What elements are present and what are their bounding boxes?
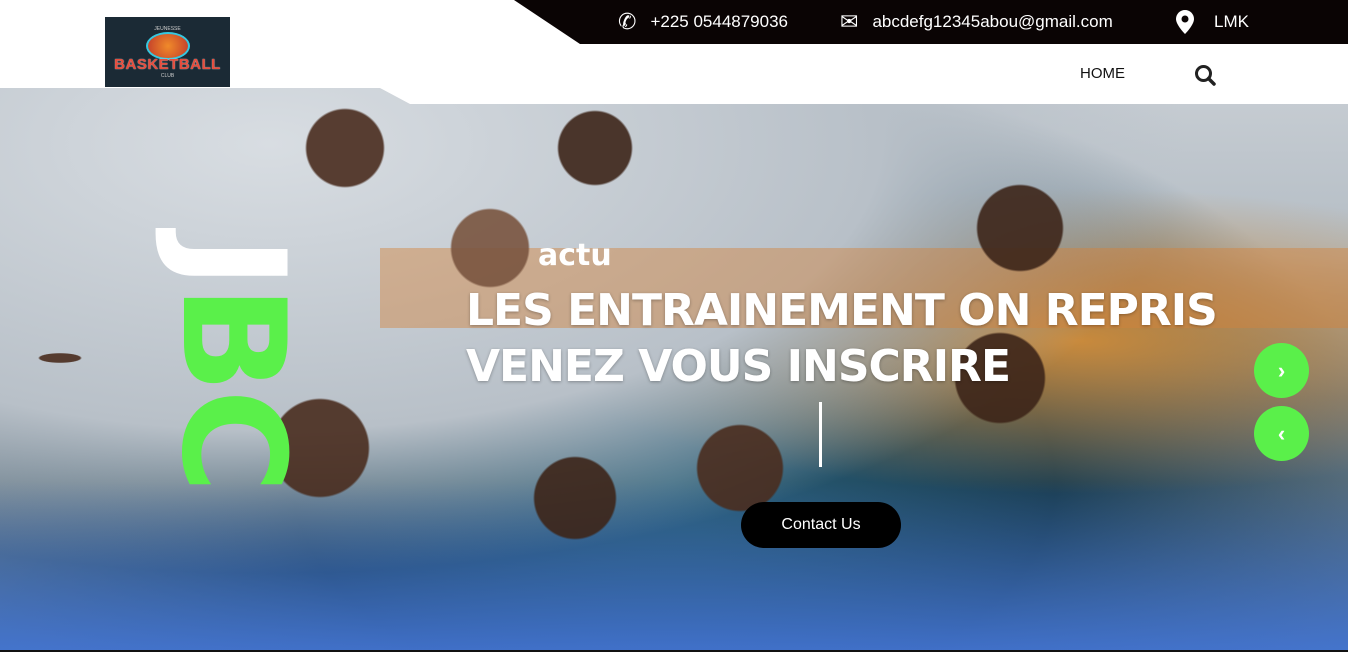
hero-headline: LES ENTRAINEMENT ON REPRIS VENEZ VOUS INS…	[466, 285, 1218, 392]
site-logo[interactable]: JEUNESSE BASKETBALL CLUB	[105, 17, 230, 87]
contact-us-button[interactable]: Contact Us	[741, 502, 901, 548]
search-icon[interactable]	[1194, 64, 1216, 86]
envelope-icon: ✉	[840, 9, 859, 34]
jbc-vertical-text: JBC	[150, 236, 315, 490]
hero-kicker: actu	[538, 238, 612, 273]
prev-slide-button[interactable]: ‹	[1254, 406, 1309, 461]
map-pin-icon	[1176, 10, 1194, 34]
chevron-right-icon: ›	[1277, 357, 1286, 383]
chevron-left-icon: ‹	[1277, 420, 1286, 446]
nav-home-link[interactable]: HOME	[1080, 65, 1125, 82]
email-contact[interactable]: ✉ abcdefg12345abou@gmail.com	[840, 0, 1113, 44]
phone-contact[interactable]: ✆ +225 0544879036	[618, 0, 788, 44]
location-contact: LMK	[1176, 0, 1249, 44]
phone-icon: ✆	[618, 9, 637, 34]
divider	[819, 402, 822, 467]
next-slide-button[interactable]: ›	[1254, 343, 1309, 398]
